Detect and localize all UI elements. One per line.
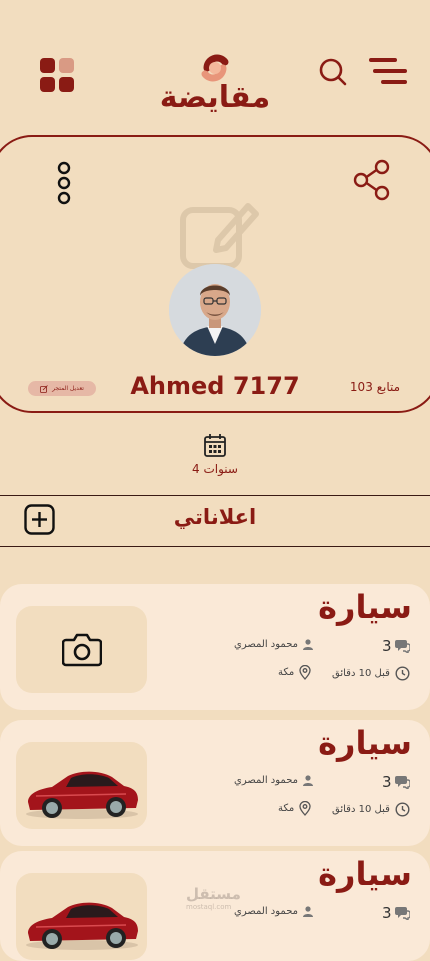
watermark-sub: mostaql.com	[186, 903, 232, 911]
user-icon	[303, 906, 314, 917]
edit-store-label: تعديل المتجر	[52, 385, 84, 392]
posted-time: قبل 10 دقائق	[332, 802, 410, 817]
red-car-image	[26, 771, 138, 819]
listing-image-placeholder[interactable]	[16, 606, 147, 693]
location-text: مكة	[278, 667, 295, 678]
red-car-image	[26, 902, 138, 950]
offers-count: 3	[382, 637, 410, 655]
seller: محمود المصري	[234, 775, 314, 786]
offers-count: 3	[382, 773, 410, 791]
divider-top	[0, 495, 430, 496]
edit-icon	[40, 384, 48, 393]
listing-image[interactable]	[16, 742, 147, 829]
more-options-icon[interactable]	[55, 161, 73, 205]
seller-name: محمود المصري	[234, 906, 299, 917]
logo: مقايضة	[155, 50, 275, 116]
location: مكة	[278, 801, 311, 816]
logo-text: مقايضة	[159, 80, 271, 115]
avatar-photo	[169, 264, 261, 356]
my-ads-title: اعلاناتي	[173, 505, 257, 529]
chat-bubbles-icon	[394, 640, 410, 653]
seller: محمود المصري	[234, 906, 314, 917]
seller: محمود المصري	[234, 639, 314, 650]
chat-bubbles-icon	[394, 776, 410, 789]
offers-count: 3	[382, 904, 410, 922]
add-ad-icon[interactable]	[24, 504, 55, 535]
menu-icon[interactable]	[369, 58, 409, 86]
username: Ahmed 7177	[130, 372, 300, 400]
posted-time-text: قبل 10 دقائق	[332, 668, 390, 679]
offers-count-value: 3	[382, 773, 392, 791]
clock-icon	[395, 802, 410, 817]
seller-name: محمود المصري	[234, 639, 299, 650]
location: مكة	[278, 665, 311, 680]
edit-store-button[interactable]: تعديل المتجر	[28, 381, 96, 396]
membership-duration: 4 سنوات	[192, 462, 238, 476]
listing-title: سيارة	[318, 855, 412, 893]
location-text: مكة	[278, 803, 295, 814]
watermark-text: مستقل	[186, 885, 241, 903]
apps-grid-icon[interactable]	[40, 58, 74, 92]
camera-icon	[62, 633, 102, 667]
clock-icon	[395, 666, 410, 681]
divider-bottom	[0, 546, 430, 547]
user-icon	[303, 639, 314, 650]
watermark: مستقل mostaql.com	[186, 885, 241, 911]
avatar[interactable]	[169, 264, 261, 356]
offers-count-value: 3	[382, 904, 392, 922]
posted-time: قبل 10 دقائق	[332, 666, 410, 681]
chat-bubbles-icon	[394, 907, 410, 920]
listing-title: سيارة	[318, 588, 412, 626]
location-pin-icon	[299, 801, 311, 816]
search-icon[interactable]	[318, 57, 348, 87]
seller-name: محمود المصري	[234, 775, 299, 786]
posted-time-text: قبل 10 دقائق	[332, 804, 390, 815]
listing-title: سيارة	[318, 724, 412, 762]
share-icon[interactable]	[352, 159, 392, 201]
location-pin-icon	[299, 665, 311, 680]
offers-count-value: 3	[382, 637, 392, 655]
listing-image[interactable]	[16, 873, 147, 960]
followers-count[interactable]: 103 متابع	[340, 380, 410, 394]
user-icon	[303, 775, 314, 786]
calendar-icon	[204, 434, 226, 457]
